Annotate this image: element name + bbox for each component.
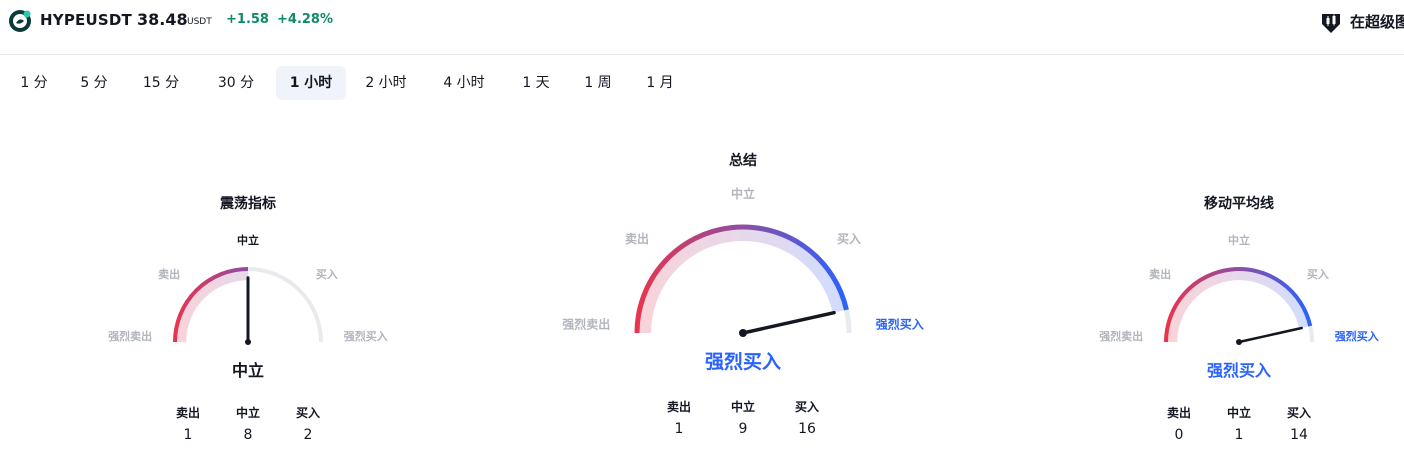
gauge-label-strong_buy: 强烈买入	[1335, 329, 1379, 343]
last-price: 38.48	[137, 10, 188, 29]
count-buy: 买入 2	[278, 404, 338, 443]
gauge-label-sell: 卖出	[625, 231, 649, 246]
interval-tab[interactable]: 5 分	[68, 66, 120, 100]
count-value: 9	[738, 421, 748, 437]
moving-averages-title: 移动平均线	[1204, 196, 1274, 212]
gauge-needle-hub	[1236, 339, 1242, 345]
interval-tab[interactable]: 1 小时	[276, 66, 346, 100]
interval-tab[interactable]: 2 小时	[354, 66, 418, 100]
interval-tab[interactable]: 1 天	[510, 66, 562, 100]
symbol-name[interactable]: HYPEUSDT	[40, 11, 132, 29]
oscillators-result: 中立	[231, 361, 264, 380]
gauge-label-neutral: 中立	[731, 186, 755, 201]
interval-tab[interactable]: 1 周	[572, 66, 624, 100]
interval-tab[interactable]: 30 分	[204, 66, 268, 100]
gauge-needle	[741, 310, 836, 335]
moving-averages-gauge: 强烈卖出 卖出 中立买入强烈买入	[1099, 233, 1379, 345]
count-value: 1	[674, 421, 684, 437]
gauge-needle-hub	[245, 339, 251, 345]
count-value: 16	[798, 421, 816, 437]
count-buy: 买入 16	[777, 398, 837, 437]
interval-tab[interactable]: 4 小时	[432, 66, 496, 100]
count-neutral: 中立 1	[1209, 404, 1269, 443]
count-label: 卖出	[175, 406, 200, 420]
count-label: 中立	[235, 406, 260, 420]
count-sell: 卖出 1	[649, 398, 709, 437]
count-label: 买入	[794, 400, 819, 414]
count-label: 买入	[1286, 406, 1311, 420]
count-neutral: 中立 9	[713, 398, 773, 437]
gauge-label-neutral: 中立	[237, 233, 259, 247]
gauge-needle	[1237, 326, 1303, 344]
count-value: 0	[1174, 427, 1184, 443]
gauge-glow	[176, 270, 249, 343]
gauge-label-strong_sell: 强烈卖出	[1099, 329, 1143, 343]
count-sell: 卖出 1	[158, 404, 218, 443]
count-value: 1	[1234, 427, 1244, 443]
price-change-percent: +4.28%	[277, 12, 333, 27]
count-value: 2	[303, 427, 313, 443]
gauge-label-strong_buy: 强烈买入	[344, 329, 388, 343]
gauge-label-sell: 卖出	[158, 267, 180, 281]
count-value: 1	[183, 427, 193, 443]
count-label: 中立	[730, 400, 755, 414]
hype-logo-icon	[9, 10, 31, 32]
count-buy: 买入 14	[1269, 404, 1329, 443]
gauge-needle-hub	[739, 329, 747, 337]
count-value: 8	[243, 427, 253, 443]
supercharts-link[interactable]: 在超级图	[1350, 11, 1404, 32]
price-change: +1.58	[226, 12, 269, 27]
gauge-label-neutral: 中立	[1228, 233, 1250, 247]
summary-gauge: 强烈卖出 卖出 中立买入强烈买入	[562, 186, 924, 337]
count-neutral: 中立 8	[218, 404, 278, 443]
moving-averages-result: 强烈买入	[1206, 361, 1271, 380]
gauge-label-buy: 买入	[316, 268, 338, 281]
gauge-label-buy: 买入	[837, 232, 861, 246]
summary-result: 强烈买入	[704, 351, 781, 373]
gauge-label-strong_buy: 强烈买入	[876, 318, 924, 332]
count-value: 14	[1290, 427, 1308, 443]
summary-title: 总结	[729, 153, 757, 169]
gauge-label-sell: 卖出	[1149, 267, 1171, 281]
supercharts-icon[interactable]	[1318, 10, 1344, 36]
symbol-header: HYPEUSDT 38.48 USDT +1.58 +4.28% 在超级图	[0, 0, 1404, 55]
count-sell: 卖出 0	[1149, 404, 1209, 443]
interval-tab[interactable]: 1 分	[8, 66, 60, 100]
gauge-label-strong_sell: 强烈卖出	[562, 317, 610, 332]
count-label: 中立	[1226, 406, 1251, 420]
interval-tab[interactable]: 1 月	[634, 66, 686, 100]
gauge-label-strong_sell: 强烈卖出	[108, 329, 152, 343]
oscillators-gauge: 强烈卖出 卖出 中立买入强烈买入	[108, 233, 388, 345]
interval-tab[interactable]: 15 分	[130, 66, 192, 100]
count-label: 卖出	[1166, 406, 1191, 420]
price-currency: USDT	[187, 17, 212, 27]
count-label: 买入	[295, 406, 320, 420]
gauge-label-buy: 买入	[1307, 268, 1329, 281]
oscillators-title: 震荡指标	[220, 196, 276, 212]
count-label: 卖出	[666, 400, 691, 414]
